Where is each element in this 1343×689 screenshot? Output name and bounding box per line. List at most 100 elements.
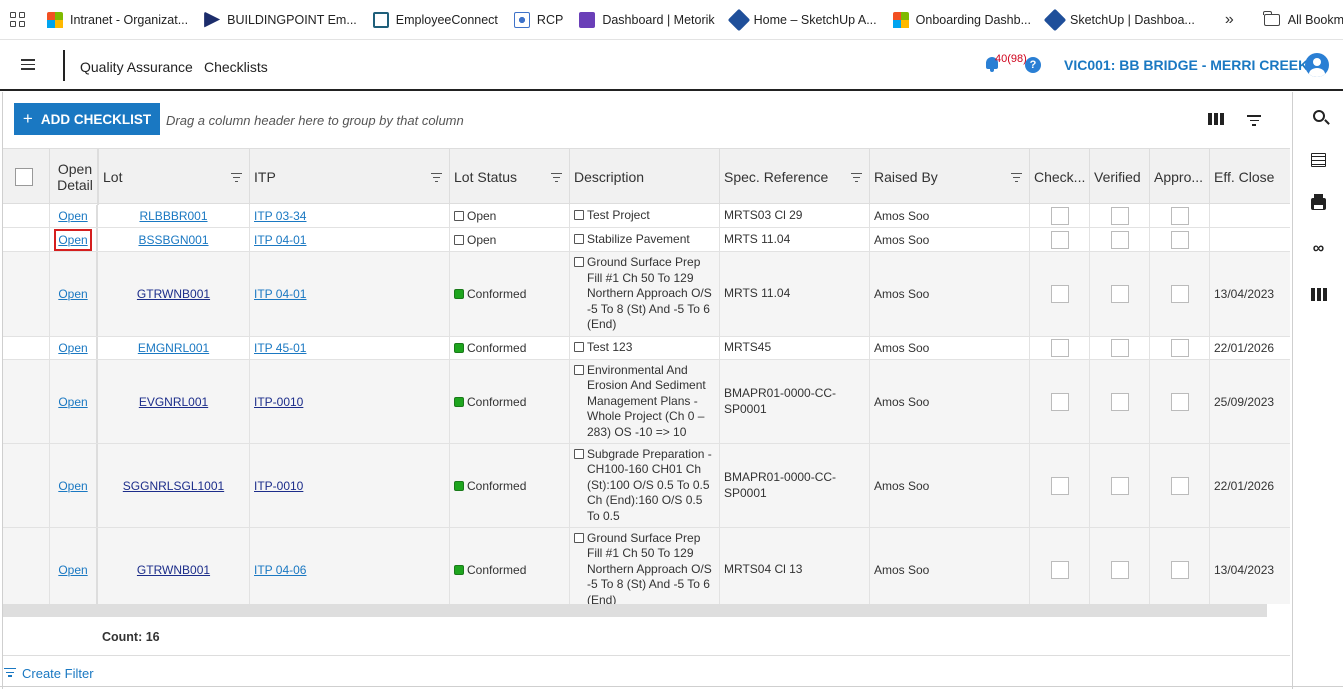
project-selector[interactable]: VIC001: BB BRIDGE - MERRI CREEK	[1064, 57, 1308, 73]
header-raised-by[interactable]: Raised By	[870, 149, 1030, 205]
bookmark-buildingpoint[interactable]: BUILDINGPOINT Em...	[204, 11, 357, 28]
approved-checkbox[interactable]	[1170, 560, 1189, 579]
header-open-detail[interactable]: Open Detail	[50, 149, 98, 205]
open-detail-link[interactable]: Open	[58, 287, 87, 301]
open-detail-link[interactable]: Open	[58, 341, 87, 355]
lot-link[interactable]: BSSBGN001	[138, 233, 208, 247]
header-lot[interactable]: Lot	[98, 149, 250, 205]
bookmark-employeeconnect[interactable]: EmployeeConnect	[372, 11, 498, 28]
bookmark-rcp[interactable]: RCP	[513, 11, 563, 28]
breadcrumb-quality-assurance[interactable]: Quality Assurance	[80, 59, 193, 75]
filter-icon[interactable]	[551, 173, 562, 185]
header-itp[interactable]: ITP	[250, 149, 450, 205]
more-bookmarks-icon[interactable]: »	[1225, 11, 1234, 29]
verified-checkbox[interactable]	[1110, 285, 1129, 303]
all-bookmarks[interactable]: All Bookmarks	[1263, 10, 1343, 27]
column-chooser-icon[interactable]	[1208, 113, 1224, 125]
open-detail-link[interactable]: Open	[58, 209, 87, 223]
hamburger-menu-icon[interactable]	[21, 59, 35, 70]
approved-checkbox[interactable]	[1170, 392, 1189, 411]
filter-icon[interactable]	[1011, 173, 1022, 185]
lot-link[interactable]: GTRWNB001	[137, 563, 210, 577]
header-approved[interactable]: Appro...	[1150, 149, 1210, 205]
lot-link[interactable]: GTRWNB001	[137, 287, 210, 301]
open-detail-link[interactable]: Open	[58, 395, 87, 409]
filter-icon[interactable]	[1247, 115, 1261, 129]
header-lot-status[interactable]: Lot Status	[450, 149, 570, 205]
bookmark-metorik[interactable]: Dashboard | Metorik	[579, 11, 715, 28]
lot-link[interactable]: EVGNRL001	[139, 395, 208, 409]
horizontal-scrollbar[interactable]	[3, 604, 1267, 617]
bookmark-intranet[interactable]: Intranet - Organizat...	[47, 11, 188, 28]
lot-status: Conformed	[467, 478, 527, 493]
lot-link[interactable]: EMGNRL001	[138, 341, 209, 355]
verified-checkbox[interactable]	[1110, 339, 1129, 357]
itp-link[interactable]: ITP-0010	[254, 395, 303, 409]
header-checked[interactable]: Check...	[1030, 149, 1090, 205]
breadcrumb-checklists[interactable]: Checklists	[204, 59, 268, 75]
table-cell: Conformed	[450, 252, 570, 336]
bookmark-sketchup-home[interactable]: Home – SketchUp A...	[727, 8, 877, 31]
bookmark-sketchup-dashboard[interactable]: SketchUp | Dashboa...	[1043, 8, 1195, 31]
verified-checkbox[interactable]	[1110, 392, 1129, 411]
table-cell: Conformed	[450, 337, 570, 359]
lot-link[interactable]: SGGNRLSGL1001	[123, 479, 224, 493]
header-select-all[interactable]	[3, 149, 50, 205]
table-cell: Open	[50, 205, 98, 227]
checked-checkbox[interactable]	[1050, 285, 1069, 303]
add-checklist-button[interactable]: + ADD CHECKLIST	[14, 103, 160, 135]
verified-checkbox[interactable]	[1110, 230, 1129, 249]
itp-link[interactable]: ITP 04-06	[254, 563, 306, 577]
approved-checkbox[interactable]	[1170, 476, 1189, 495]
select-all-checkbox[interactable]	[15, 168, 33, 186]
checked-checkbox[interactable]	[1050, 339, 1069, 357]
checked-checkbox[interactable]	[1050, 560, 1069, 579]
filter-icon[interactable]	[231, 173, 242, 185]
table-row[interactable]: Open GTRWNB001 ITP 04-06 Conformed Ground Su…	[3, 528, 1290, 604]
open-detail-link[interactable]: Open	[54, 228, 92, 251]
create-filter-link[interactable]: Create Filter	[4, 666, 94, 681]
approved-checkbox[interactable]	[1170, 285, 1189, 303]
table-row[interactable]: Open EVGNRL001 ITP-0010 Conformed Environmen…	[3, 360, 1290, 444]
open-detail-link[interactable]: Open	[58, 563, 87, 577]
open-detail-link[interactable]: Open	[58, 479, 87, 493]
approved-checkbox[interactable]	[1170, 207, 1189, 225]
columns-button[interactable]	[1293, 282, 1343, 306]
table-row[interactable]: Open BSSBGN001 ITP 04-01 Open Stabilize Pave…	[3, 228, 1290, 252]
itp-link[interactable]: ITP-0010	[254, 479, 303, 493]
approved-checkbox[interactable]	[1170, 230, 1189, 249]
lot-link[interactable]: RLBBBR001	[139, 209, 207, 223]
itp-link[interactable]: ITP 04-01	[254, 233, 306, 247]
filter-icon[interactable]	[431, 173, 442, 185]
checked-checkbox[interactable]	[1050, 476, 1069, 495]
approved-checkbox[interactable]	[1170, 339, 1189, 357]
header-description[interactable]: Description	[570, 149, 720, 205]
table-row[interactable]: Open EMGNRL001 ITP 45-01 Conformed Test 123 M…	[3, 337, 1290, 360]
itp-link[interactable]: ITP 03-34	[254, 209, 306, 223]
table-row[interactable]: Open RLBBBR001 ITP 03-34 Open Test Project MR…	[3, 205, 1290, 228]
header-spec-reference[interactable]: Spec. Reference	[720, 149, 870, 205]
verified-checkbox[interactable]	[1110, 560, 1129, 579]
print-button[interactable]	[1293, 192, 1343, 216]
itp-link[interactable]: ITP 04-01	[254, 287, 306, 301]
group-by-drop-zone[interactable]: Drag a column header here to group by th…	[166, 113, 464, 128]
search-button[interactable]	[1293, 104, 1343, 128]
checked-checkbox[interactable]	[1050, 230, 1069, 249]
itp-link[interactable]: ITP 45-01	[254, 341, 306, 355]
table-row[interactable]: Open SGGNRLSGL1001 ITP-0010 Conformed Subgra…	[3, 444, 1290, 528]
filter-icon[interactable]	[851, 173, 862, 185]
table-row[interactable]: Open GTRWNB001 ITP 04-01 Conformed Ground Su…	[3, 252, 1290, 337]
user-avatar-icon[interactable]	[1305, 53, 1329, 77]
list-view-button[interactable]	[1293, 148, 1343, 172]
verified-checkbox[interactable]	[1110, 476, 1129, 495]
all-bookmarks-label: All Bookmarks	[1287, 12, 1343, 27]
apps-grid-icon[interactable]	[10, 11, 25, 28]
verified-checkbox[interactable]	[1110, 207, 1129, 225]
header-eff-close[interactable]: Eff. Close	[1210, 149, 1290, 205]
bookmark-onboarding[interactable]: Onboarding Dashb...	[892, 11, 1031, 28]
help-icon[interactable]: ?	[1025, 57, 1041, 73]
header-verified[interactable]: Verified	[1090, 149, 1150, 205]
checked-checkbox[interactable]	[1050, 392, 1069, 411]
checked-checkbox[interactable]	[1050, 207, 1069, 225]
link-button[interactable]: ∞	[1293, 237, 1343, 261]
